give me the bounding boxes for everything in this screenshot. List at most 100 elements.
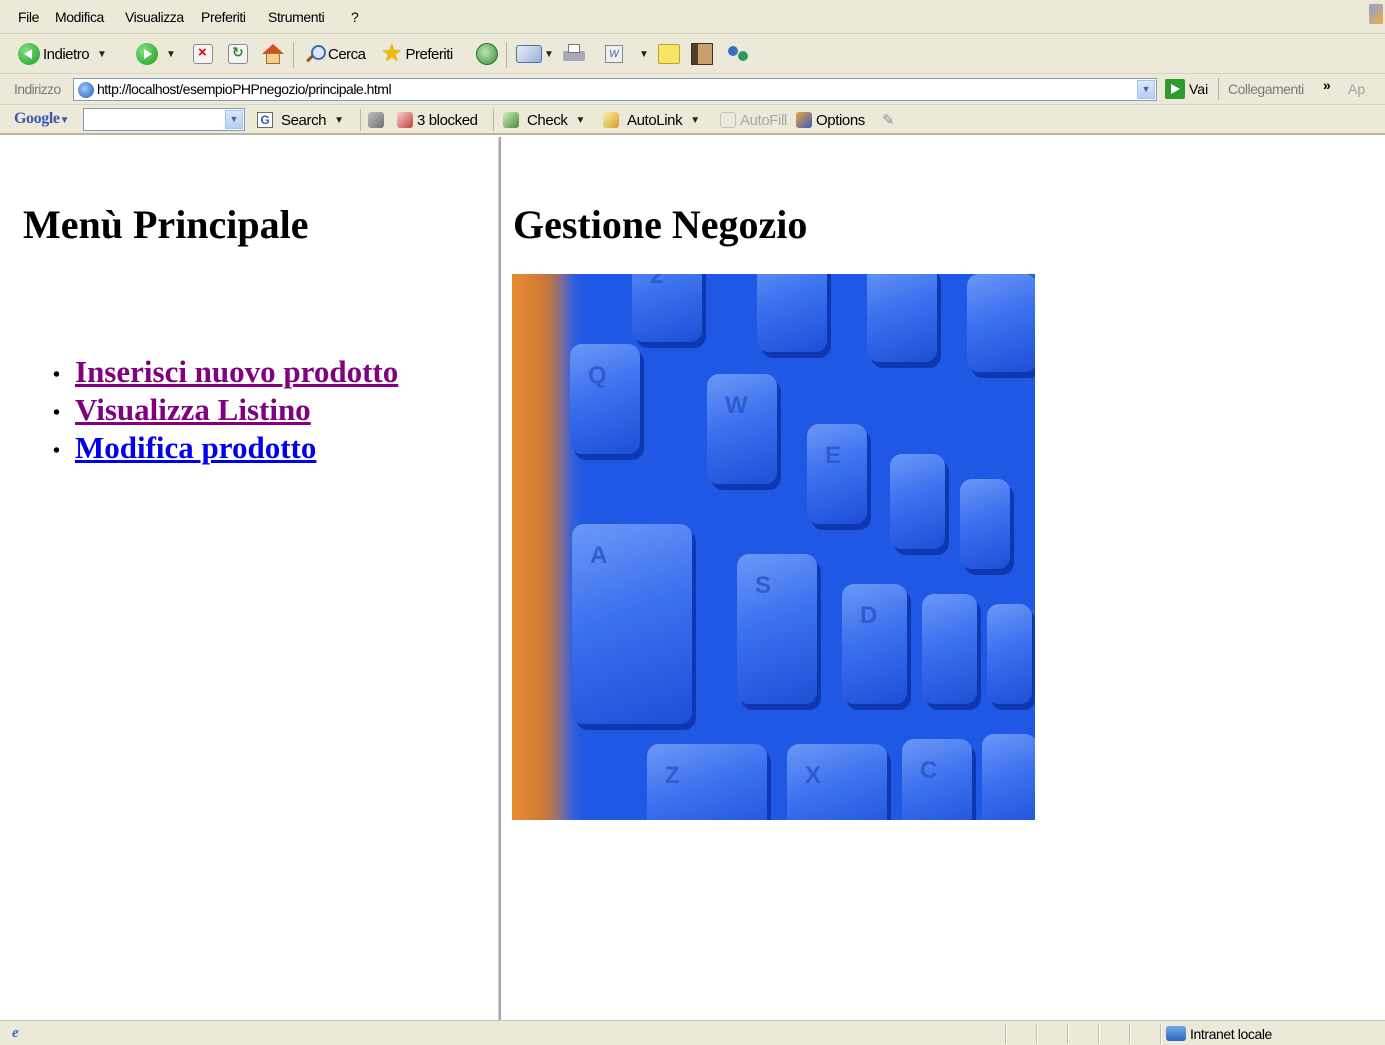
address-label: Indirizzo [14, 81, 61, 97]
printer-icon [562, 43, 586, 65]
google-logo-text: Google [14, 110, 60, 127]
mail-dropdown-icon[interactable]: ▼ [544, 49, 554, 60]
menu-bar: File Modifica Visualizza Preferiti Strum… [0, 0, 1385, 34]
keyboard-key-image [987, 604, 1032, 704]
google-search-input[interactable]: ▼ [83, 108, 245, 131]
refresh-button[interactable] [228, 39, 248, 69]
autolink-button[interactable]: AutoLink ▼ [603, 109, 700, 131]
research-book-icon [691, 43, 713, 65]
pagerank-button[interactable] [368, 109, 384, 131]
keyboard-key-image: D [842, 584, 907, 704]
google-search-label: Search [281, 111, 327, 129]
security-zone-label: Intranet locale [1190, 1026, 1272, 1042]
stop-button[interactable] [193, 39, 213, 69]
page-title: Gestione Negozio [513, 202, 808, 247]
history-button[interactable] [476, 39, 498, 69]
keyboard-key-image [922, 594, 977, 704]
edit-dropdown-icon[interactable]: ▼ [639, 49, 649, 60]
links-chevron-icon[interactable]: » [1323, 77, 1331, 93]
stop-icon [193, 44, 213, 64]
menu-visualizza[interactable]: Visualizza [125, 9, 184, 25]
address-url[interactable]: http://localhost/esempioPHPnegozio/princ… [97, 81, 392, 97]
mail-icon [516, 45, 542, 63]
messenger-button[interactable] [726, 39, 752, 69]
left-frame: Menù Principale • Inserisci nuovo prodott… [11, 137, 498, 1020]
intranet-zone-icon [1166, 1026, 1186, 1041]
list-item: • Modifica prodotto [53, 429, 398, 467]
forward-dropdown-icon[interactable]: ▼ [166, 49, 176, 60]
keyboard-key-image [982, 734, 1035, 820]
link-visualizza-listino[interactable]: Visualizza Listino [75, 392, 311, 427]
popup-blocker-button[interactable]: 3 blocked [397, 109, 478, 131]
refresh-icon [228, 44, 248, 64]
favorites-star-icon: ★ [381, 40, 403, 67]
autofill-icon [720, 112, 736, 128]
home-icon [261, 44, 285, 64]
keyboard-key-image: 2 [632, 274, 702, 342]
list-item: • Visualizza Listino [53, 391, 398, 429]
messenger-icon [726, 43, 752, 65]
mail-button[interactable]: ▼ [516, 39, 554, 69]
address-dropdown-icon[interactable]: ▼ [1137, 80, 1155, 99]
bullet-icon: • [53, 363, 61, 386]
main-menu-list: • Inserisci nuovo prodotto • Visualizza Li… [53, 353, 398, 467]
options-button[interactable]: Options [796, 109, 865, 131]
keyboard-key-image: Z [647, 744, 767, 820]
google-input-dropdown-icon[interactable]: ▼ [225, 110, 243, 129]
links-button[interactable]: Collegamenti [1228, 81, 1304, 97]
back-label: Indietro [43, 45, 90, 63]
keyboard-key-image [890, 454, 945, 549]
google-search-button[interactable]: G Search ▼ [257, 109, 344, 131]
autofill-button[interactable]: AutoFill [720, 109, 787, 131]
menu-preferiti[interactable]: Preferiti [201, 9, 246, 25]
menu-strumenti[interactable]: Strumenti [268, 9, 325, 25]
keyboard-key-image: C [902, 739, 972, 820]
menu-help[interactable]: ? [351, 9, 359, 25]
google-search-dropdown-icon[interactable]: ▼ [334, 115, 344, 126]
spellcheck-button[interactable]: Check ▼ [503, 109, 585, 131]
check-dropdown-icon[interactable]: ▼ [576, 115, 586, 126]
word-edit-icon: W [605, 45, 623, 63]
favorites-label: Preferiti [405, 45, 454, 63]
options-label: Options [816, 111, 865, 129]
autolink-dropdown-icon[interactable]: ▼ [690, 115, 700, 126]
address-bar: Indirizzo http://localhost/esempioPHPneg… [0, 74, 1385, 105]
menu-modifica[interactable]: Modifica [55, 9, 104, 25]
search-label: Cerca [328, 45, 366, 63]
keyboard-key-image: A [572, 524, 692, 724]
history-icon [476, 43, 498, 65]
go-label: Vai [1189, 81, 1209, 97]
options-icon [796, 112, 812, 128]
keyboard-key-image [867, 274, 937, 362]
address-input[interactable]: http://localhost/esempioPHPnegozio/princ… [73, 78, 1157, 101]
autofill-label: AutoFill [740, 111, 787, 129]
highlight-button[interactable]: ✎ [882, 109, 895, 131]
keyboard-key-image: X [787, 744, 887, 820]
menu-file[interactable]: File [18, 9, 39, 25]
research-button[interactable] [691, 39, 713, 69]
edit-button[interactable]: W ▼ [605, 39, 649, 69]
status-bar: e Intranet locale [0, 1020, 1385, 1045]
keyboard-key-image [967, 274, 1035, 372]
print-button[interactable] [562, 39, 586, 69]
overflow-toolbar-label[interactable]: Ap [1348, 81, 1365, 97]
pagerank-icon [368, 112, 384, 128]
list-item: • Inserisci nuovo prodotto [53, 353, 398, 391]
windows-logo-icon [1369, 4, 1383, 24]
link-inserisci-prodotto[interactable]: Inserisci nuovo prodotto [75, 354, 398, 389]
google-logo[interactable]: Google▼ [14, 110, 69, 128]
bullet-icon: • [53, 401, 61, 424]
bullet-icon: • [53, 439, 61, 462]
link-modifica-prodotto[interactable]: Modifica prodotto [75, 430, 316, 465]
home-button[interactable] [261, 39, 285, 69]
search-button[interactable]: Cerca [305, 39, 366, 69]
go-button[interactable]: Vai [1165, 79, 1208, 99]
note-icon [658, 44, 680, 64]
google-toolbar: Google▼ ▼ G Search ▼ 3 blocked Check ▼ A… [0, 105, 1385, 135]
forward-button[interactable]: ▼ [136, 39, 176, 69]
back-dropdown-icon[interactable]: ▼ [97, 49, 107, 60]
discuss-button[interactable] [658, 39, 680, 69]
favorites-button[interactable]: ★ Preferiti [381, 39, 453, 69]
google-g-icon: G [257, 112, 273, 128]
back-button[interactable]: Indietro ▼ [18, 39, 107, 69]
